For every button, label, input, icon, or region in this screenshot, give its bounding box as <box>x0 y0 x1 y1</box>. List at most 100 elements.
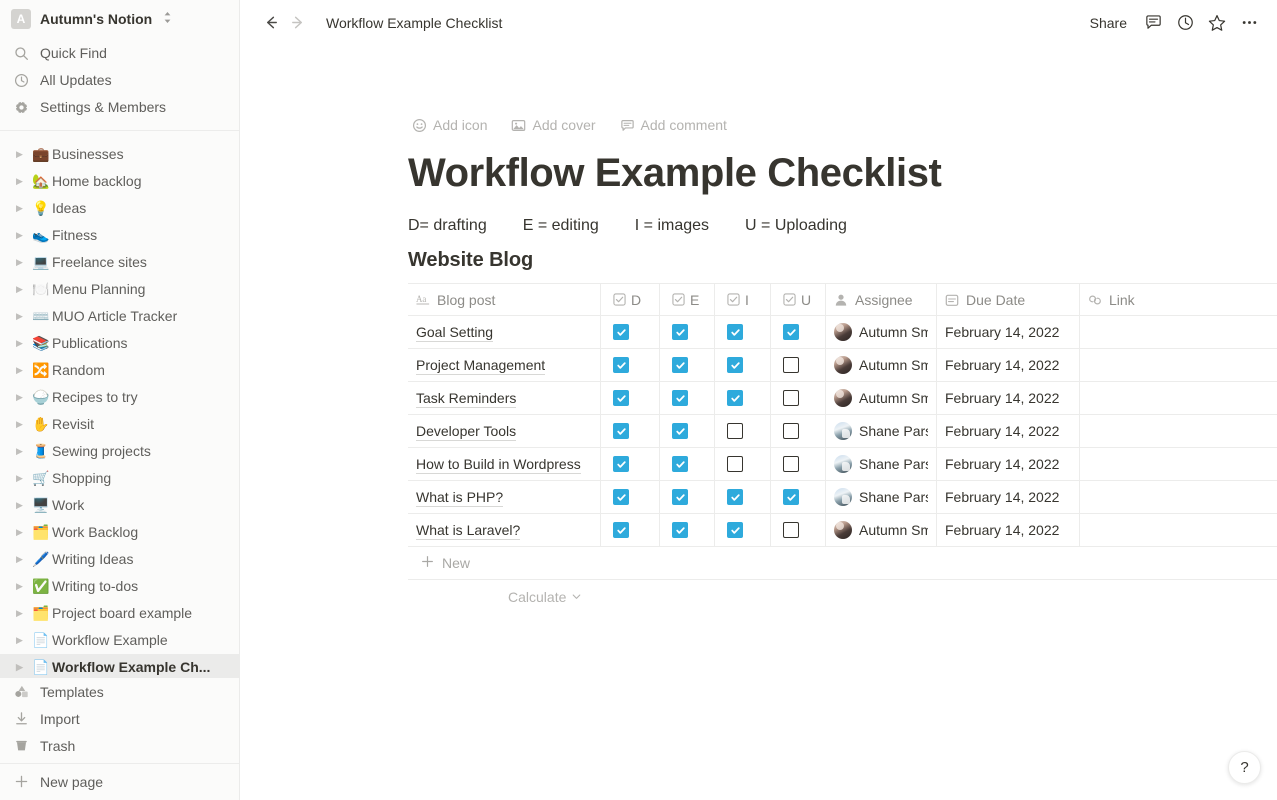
sidebar-item-templates[interactable]: Templates <box>0 678 239 705</box>
sidebar-item-trash[interactable]: Trash <box>0 732 239 759</box>
cell-e[interactable] <box>660 481 715 513</box>
sidebar-page-project-board-example[interactable]: ▶ 🗂️ Project board example <box>0 600 239 627</box>
sidebar-page-muo-article-tracker[interactable]: ▶ ⌨️ MUO Article Tracker <box>0 303 239 330</box>
column-header-e[interactable]: E <box>660 284 715 315</box>
cell-assignee[interactable]: Autumn Sm <box>826 514 937 546</box>
table-row[interactable]: Goal Setting Autumn Sm February 14, 2022 <box>408 316 1277 349</box>
checkbox-u[interactable] <box>783 489 799 505</box>
column-header-due-date[interactable]: Due Date <box>937 284 1080 315</box>
cell-link[interactable] <box>1080 349 1277 381</box>
cell-i[interactable] <box>715 382 771 414</box>
cell-link[interactable] <box>1080 514 1277 546</box>
sidebar-page-businesses[interactable]: ▶ 💼 Businesses <box>0 141 239 168</box>
cell-link[interactable] <box>1080 382 1277 414</box>
cell-e[interactable] <box>660 415 715 447</box>
checkbox-d[interactable] <box>613 324 629 340</box>
cell-i[interactable] <box>715 481 771 513</box>
new-row-button[interactable]: New <box>408 547 1277 580</box>
checkbox-e[interactable] <box>672 423 688 439</box>
checkbox-d[interactable] <box>613 357 629 373</box>
sidebar-page-publications[interactable]: ▶ 📚 Publications <box>0 330 239 357</box>
row-title-link[interactable]: How to Build in Wordpress <box>416 455 581 474</box>
sidebar-page-writing-ideas[interactable]: ▶ 🖊️ Writing Ideas <box>0 546 239 573</box>
checkbox-i[interactable] <box>727 390 743 406</box>
expand-triangle-icon[interactable]: ▶ <box>16 312 30 321</box>
checkbox-e[interactable] <box>672 489 688 505</box>
expand-triangle-icon[interactable]: ▶ <box>16 339 30 348</box>
expand-triangle-icon[interactable]: ▶ <box>16 582 30 591</box>
forward-arrow-icon[interactable] <box>284 10 310 36</box>
add-cover-button[interactable]: Add cover <box>507 115 599 135</box>
expand-triangle-icon[interactable]: ▶ <box>16 474 30 483</box>
sidebar-page-sewing-projects[interactable]: ▶ 🧵 Sewing projects <box>0 438 239 465</box>
checkbox-e[interactable] <box>672 390 688 406</box>
cell-i[interactable] <box>715 349 771 381</box>
checkbox-d[interactable] <box>613 456 629 472</box>
expand-triangle-icon[interactable]: ▶ <box>16 609 30 618</box>
expand-triangle-icon[interactable]: ▶ <box>16 555 30 564</box>
cell-e[interactable] <box>660 349 715 381</box>
cell-link[interactable] <box>1080 448 1277 480</box>
sidebar-item-all-updates[interactable]: All Updates <box>0 67 239 94</box>
back-arrow-icon[interactable] <box>258 10 284 36</box>
cell-d[interactable] <box>601 514 660 546</box>
checkbox-u[interactable] <box>783 456 799 472</box>
expand-triangle-icon[interactable]: ▶ <box>16 636 30 645</box>
cell-due-date[interactable]: February 14, 2022 <box>937 382 1080 414</box>
help-button[interactable]: ? <box>1228 751 1261 784</box>
checkbox-e[interactable] <box>672 357 688 373</box>
column-header-d[interactable]: D <box>601 284 660 315</box>
sidebar-page-home-backlog[interactable]: ▶ 🏡 Home backlog <box>0 168 239 195</box>
cell-e[interactable] <box>660 448 715 480</box>
page-title[interactable]: Workflow Example Checklist <box>408 151 1277 195</box>
cell-link[interactable] <box>1080 415 1277 447</box>
checkbox-e[interactable] <box>672 522 688 538</box>
checkbox-u[interactable] <box>783 324 799 340</box>
cell-d[interactable] <box>601 316 660 348</box>
cell-due-date[interactable]: February 14, 2022 <box>937 514 1080 546</box>
expand-triangle-icon[interactable]: ▶ <box>16 285 30 294</box>
checkbox-d[interactable] <box>613 489 629 505</box>
expand-triangle-icon[interactable]: ▶ <box>16 366 30 375</box>
sidebar-page-freelance-sites[interactable]: ▶ 💻 Freelance sites <box>0 249 239 276</box>
sidebar-page-ideas[interactable]: ▶ 💡 Ideas <box>0 195 239 222</box>
sidebar-item-quick-find[interactable]: Quick Find <box>0 40 239 67</box>
cell-blog-post[interactable]: What is PHP? <box>408 481 601 513</box>
checkbox-i[interactable] <box>727 522 743 538</box>
cell-e[interactable] <box>660 316 715 348</box>
cell-assignee[interactable]: Shane Pars <box>826 415 937 447</box>
checkbox-i[interactable] <box>727 324 743 340</box>
expand-triangle-icon[interactable]: ▶ <box>16 663 30 672</box>
row-title-link[interactable]: Developer Tools <box>416 422 516 441</box>
expand-triangle-icon[interactable]: ▶ <box>16 447 30 456</box>
checkbox-u[interactable] <box>783 390 799 406</box>
cell-i[interactable] <box>715 514 771 546</box>
row-title-link[interactable]: Task Reminders <box>416 389 516 408</box>
sidebar-page-revisit[interactable]: ▶ ✋ Revisit <box>0 411 239 438</box>
add-icon-button[interactable]: Add icon <box>408 115 491 135</box>
checkbox-i[interactable] <box>727 357 743 373</box>
sidebar-item-settings-members[interactable]: Settings & Members <box>0 94 239 121</box>
cell-i[interactable] <box>715 448 771 480</box>
cell-due-date[interactable]: February 14, 2022 <box>937 349 1080 381</box>
cell-u[interactable] <box>771 316 826 348</box>
checkbox-i[interactable] <box>727 423 743 439</box>
share-button[interactable]: Share <box>1082 11 1135 35</box>
cell-due-date[interactable]: February 14, 2022 <box>937 415 1080 447</box>
checkbox-e[interactable] <box>672 324 688 340</box>
row-title-link[interactable]: Goal Setting <box>416 323 493 342</box>
cell-assignee[interactable]: Autumn Sm <box>826 382 937 414</box>
checkbox-d[interactable] <box>613 522 629 538</box>
sidebar-page-recipes-to-try[interactable]: ▶ 🍚 Recipes to try <box>0 384 239 411</box>
checkbox-u[interactable] <box>783 522 799 538</box>
sidebar-page-list[interactable]: ▶ 💼 Businesses ▶ 🏡 Home backlog ▶ 💡 Idea… <box>0 130 239 678</box>
sidebar-item-import[interactable]: Import <box>0 705 239 732</box>
cell-link[interactable] <box>1080 316 1277 348</box>
cell-d[interactable] <box>601 415 660 447</box>
column-header-blog-post[interactable]: Aa Blog post <box>408 284 601 315</box>
sidebar-item-new-page[interactable]: New page <box>0 768 239 795</box>
cell-i[interactable] <box>715 316 771 348</box>
cell-blog-post[interactable]: How to Build in Wordpress <box>408 448 601 480</box>
expand-triangle-icon[interactable]: ▶ <box>16 177 30 186</box>
checkbox-u[interactable] <box>783 423 799 439</box>
